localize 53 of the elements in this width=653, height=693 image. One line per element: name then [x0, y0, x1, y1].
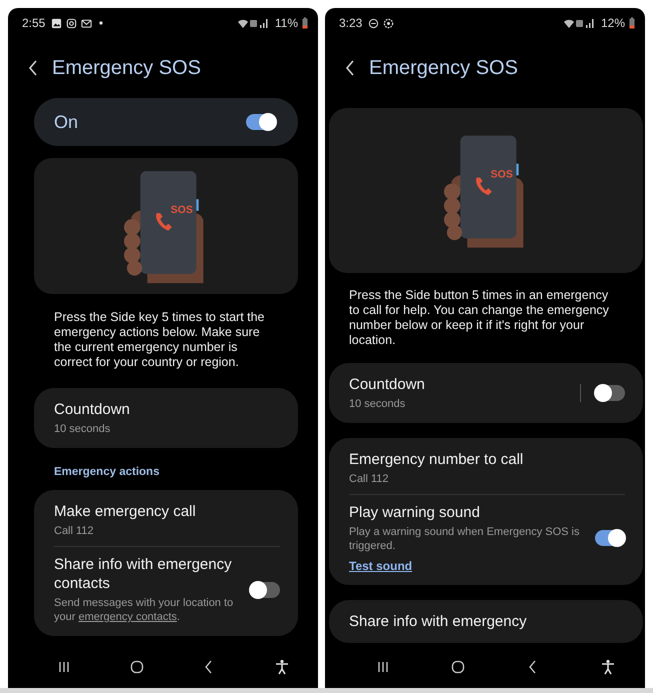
screen-title: Emergency SOS	[52, 56, 201, 80]
item-subtitle: 10 seconds	[349, 397, 406, 411]
settings-item[interactable]: Make emergency call Call 112	[54, 494, 280, 546]
dot-icon	[98, 20, 104, 26]
settings-item[interactable]: Countdown 10 seconds	[349, 367, 625, 419]
sos-label: SOS	[170, 204, 193, 216]
accessibility-icon[interactable]	[600, 659, 616, 675]
toggle-switch[interactable]	[595, 385, 625, 401]
mail-icon	[81, 18, 92, 28]
settings-item[interactable]: Countdown 10 seconds	[54, 392, 280, 444]
item-subtitle: Call 112	[349, 472, 390, 486]
home-icon[interactable]	[128, 659, 145, 675]
item-title: Countdown	[349, 375, 426, 394]
item-title: Make emergency call	[54, 502, 197, 521]
test-sound-link[interactable]: Test sound	[349, 559, 585, 573]
item-title: Share info with emergency contacts	[54, 555, 233, 593]
description-text: Press the Side key 5 times to start the emergency actions below. Make sure the current emergency number is correct for your country or region.	[53, 310, 266, 370]
item-title: Emergency number to call	[349, 450, 524, 469]
switch-label: On	[54, 112, 78, 132]
settings-item[interactable]: Play warning sound Play a warning sound when Emergency SOS is triggered. Test sound	[349, 495, 625, 581]
item-subtitle: 10 seconds	[54, 422, 112, 436]
toggle-switch[interactable]	[595, 530, 625, 546]
back-icon[interactable]	[28, 59, 38, 77]
battery-icon	[302, 17, 308, 29]
status-time: 3:23	[339, 16, 362, 30]
battery-icon	[629, 17, 635, 29]
description-text: Press the Side button 5 times in an emergency to call for help. You can change the emergency number below or keep it if it's right for your location.	[348, 288, 610, 348]
master-switch-bar[interactable]: On	[34, 98, 298, 146]
battery-percent: 12%	[600, 16, 625, 30]
home-icon[interactable]	[450, 659, 466, 675]
camera-icon	[66, 18, 78, 28]
sos-label: SOS	[490, 168, 513, 181]
back-icon[interactable]	[345, 59, 355, 77]
toggle-switch[interactable]	[250, 582, 280, 598]
settings-item[interactable]: Share info with emergency contacts Send messages with your location to your emergency contacts.	[54, 547, 280, 632]
toggle-switch[interactable]	[246, 114, 276, 130]
battery-percent: 11%	[274, 16, 298, 30]
item-title: Countdown	[54, 400, 131, 419]
settings-icon	[383, 18, 394, 28]
settings-item[interactable]: Emergency number to call Call 112	[349, 442, 625, 494]
item-title: Play warning sound	[349, 503, 481, 522]
settings-item[interactable]: Share info with emergency	[349, 604, 625, 639]
do-not-disturb-icon	[368, 18, 380, 28]
section-header: Emergency actions	[53, 466, 160, 478]
status-time: 2:55	[22, 16, 46, 30]
item-subtitle: Send messages with your location to your emergency contacts.	[54, 596, 234, 624]
item-subtitle: Call 112	[54, 524, 95, 538]
screen-title: Emergency SOS	[369, 56, 518, 80]
gallery-icon	[51, 18, 62, 28]
contacts-link[interactable]: emergency contacts	[78, 611, 177, 623]
item-subtitle: Play a warning sound when Emergency SOS is triggered.	[349, 525, 581, 553]
accessibility-icon[interactable]	[274, 659, 290, 675]
item-title: Share info with emergency	[349, 612, 528, 631]
